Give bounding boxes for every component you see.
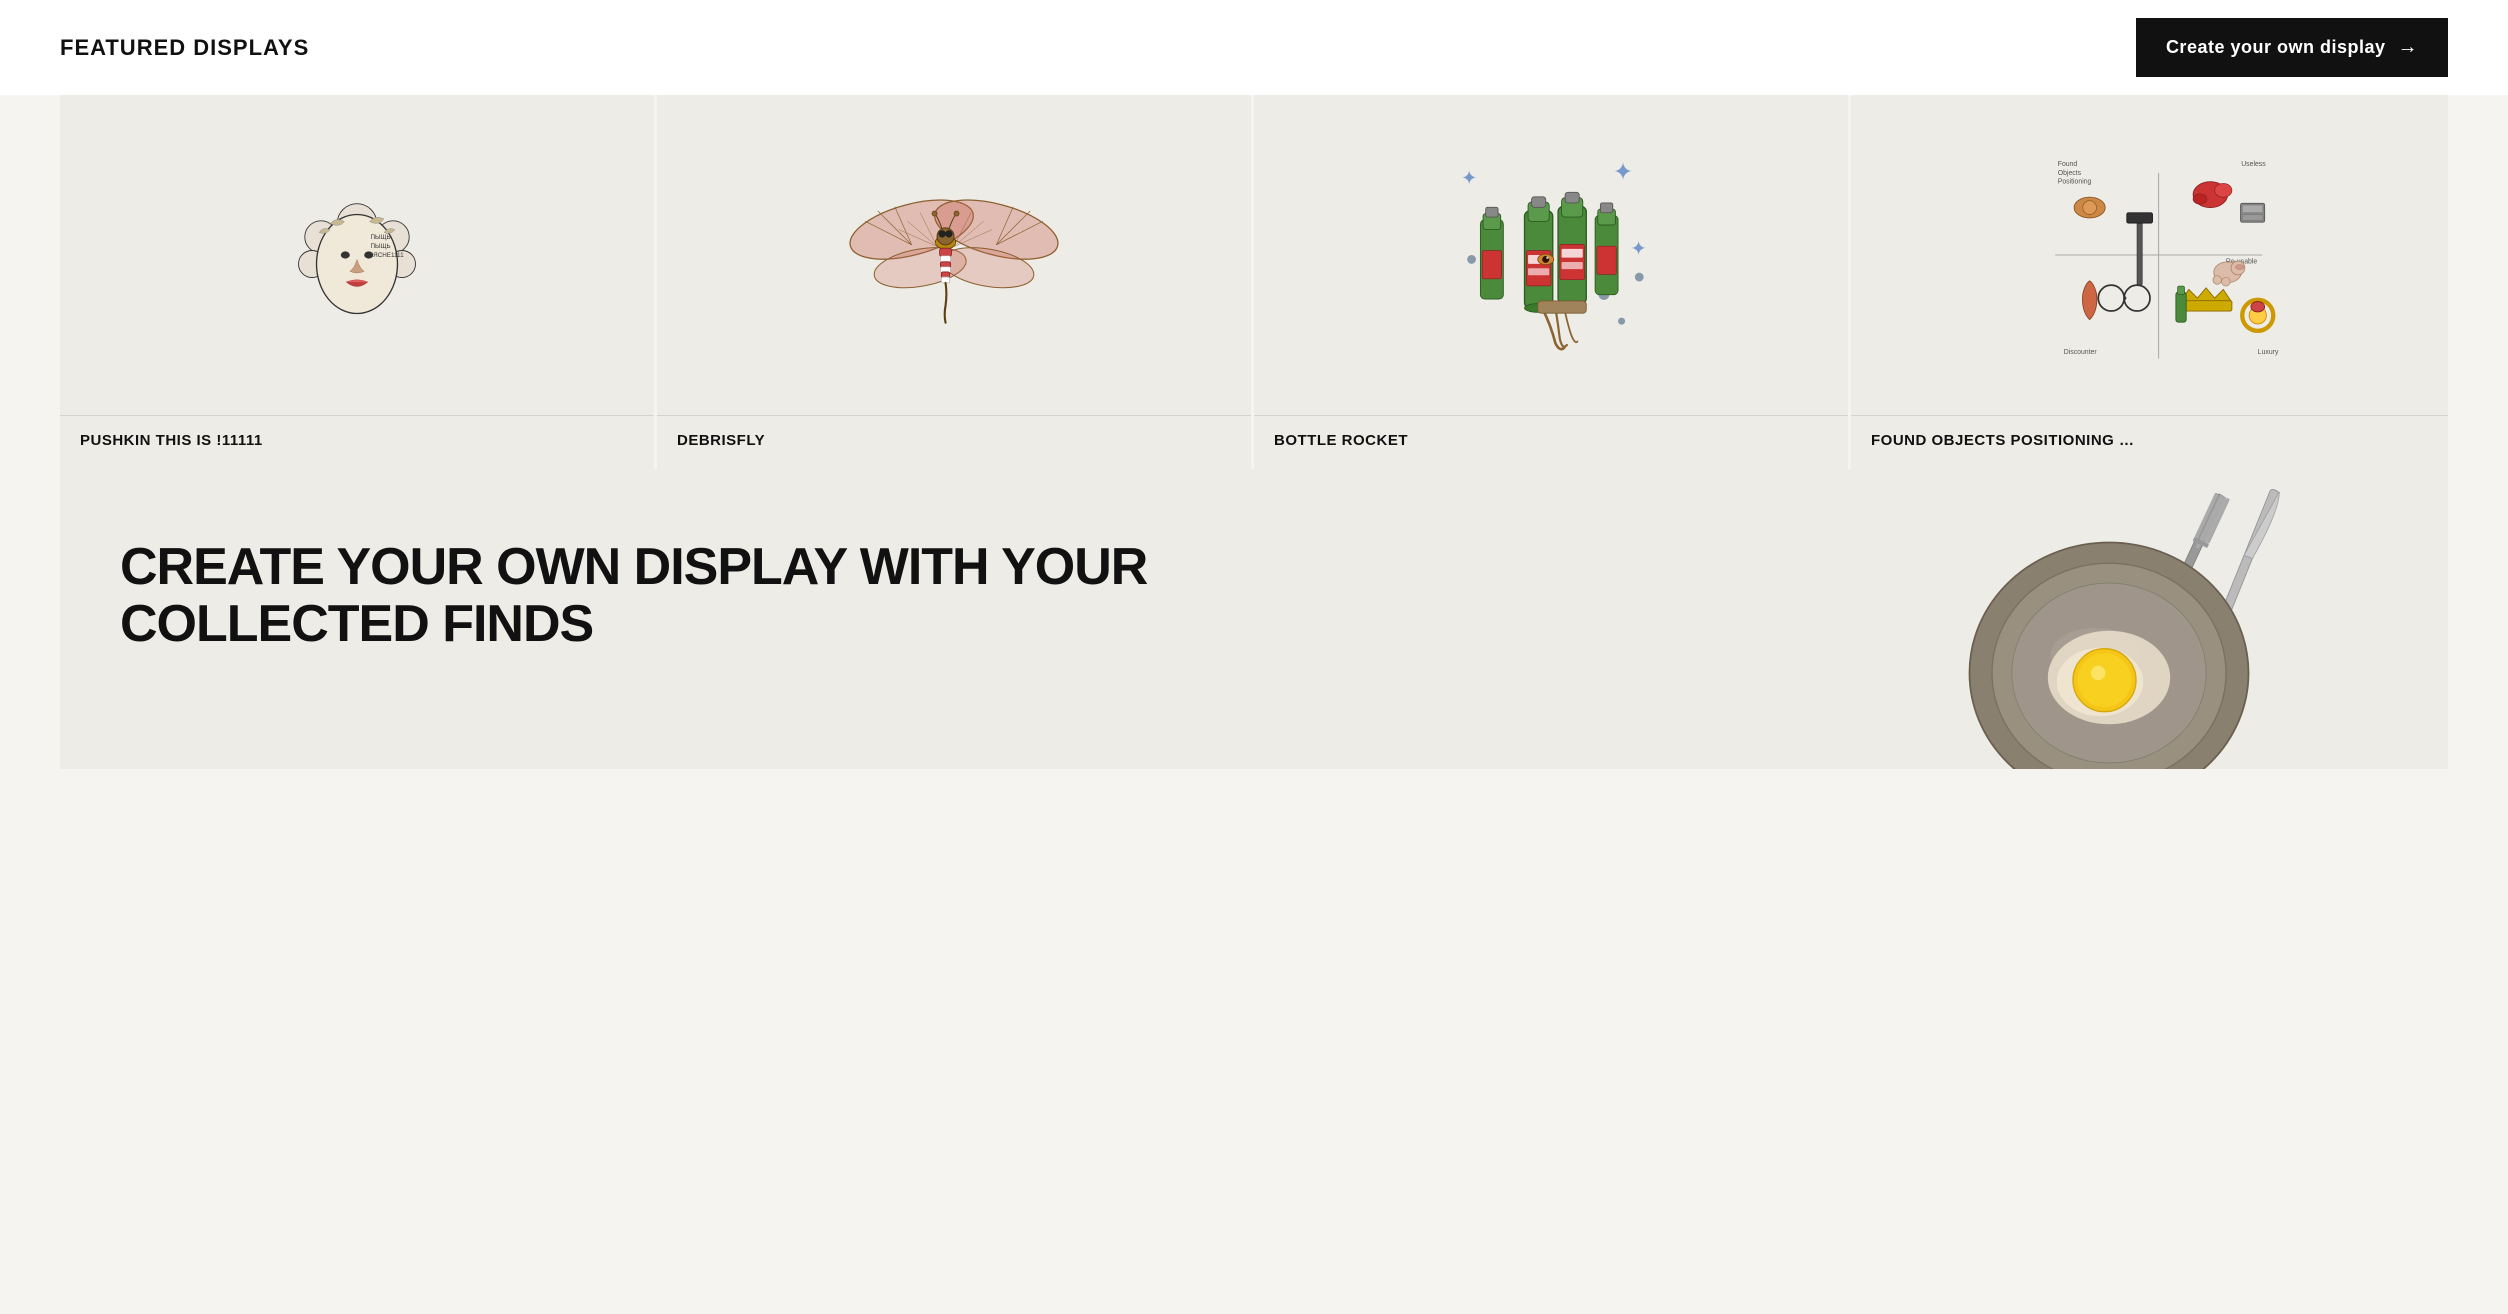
svg-text:Positioning: Positioning	[2057, 178, 2091, 185]
create-display-button[interactable]: Create your own display →	[2136, 18, 2448, 77]
pushkin-image-area: ПЫЩЬ ПЫЩЬ ОБЯСНЕ1111	[60, 95, 654, 415]
plate-illustration	[1938, 469, 2388, 769]
dragonfly-artwork	[824, 145, 1084, 365]
svg-text:✦: ✦	[1461, 167, 1477, 189]
pushkin-artwork: ПЫЩЬ ПЫЩЬ ОБЯСНЕ1111	[257, 165, 457, 345]
cta-section: CREATE YOUR OWN DISPLAY WITH YOUR COLLEC…	[60, 469, 2448, 769]
svg-text:ПЫЩЬ: ПЫЩЬ	[371, 234, 391, 241]
found-objects-label: FOUND OBJECTS POSITIONING …	[1851, 415, 2448, 469]
header: FEATURED DISPLAYS Create your own displa…	[0, 0, 2508, 95]
debrisfly-label: DEBRISFLY	[657, 415, 1251, 469]
pushkin-label: PUSHKIN THIS IS !11111	[60, 415, 654, 469]
svg-text:Luxury: Luxury	[2257, 349, 2278, 356]
display-card-pushkin[interactable]: ПЫЩЬ ПЫЩЬ ОБЯСНЕ1111 PUSHKIN THIS IS !11…	[60, 95, 657, 469]
display-card-debrisfly[interactable]: DEBRISFLY	[657, 95, 1254, 469]
found-objects-image-area: Found Objects Positioning Useless Discou…	[1851, 95, 2448, 415]
display-card-bottle-rocket[interactable]: ✦ ✦ ✦	[1254, 95, 1851, 469]
found-objects-artwork: Found Objects Positioning Useless Discou…	[2000, 130, 2300, 380]
svg-text:✦: ✦	[1613, 159, 1634, 186]
svg-text:Discounter: Discounter	[2063, 349, 2097, 356]
svg-text:Found: Found	[2057, 161, 2077, 168]
create-button-label: Create your own display	[2166, 37, 2386, 58]
cta-image-area	[1938, 489, 2388, 769]
bottle-rocket-label: BOTTLE ROCKET	[1254, 415, 1848, 469]
svg-text:✦: ✦	[1630, 238, 1646, 260]
featured-displays-title: FEATURED DISPLAYS	[60, 35, 309, 61]
debrisfly-image-area	[657, 95, 1251, 415]
displays-grid: ПЫЩЬ ПЫЩЬ ОБЯСНЕ1111 PUSHKIN THIS IS !11…	[0, 95, 2508, 469]
bottle-rocket-image-area: ✦ ✦ ✦	[1254, 95, 1848, 415]
display-card-found-objects[interactable]: Found Objects Positioning Useless Discou…	[1851, 95, 2448, 469]
svg-text:ОБЯСНЕ1111: ОБЯСНЕ1111	[364, 252, 404, 259]
svg-text:Objects: Objects	[2057, 170, 2081, 177]
bottle-rocket-artwork: ✦ ✦ ✦	[1401, 130, 1701, 380]
svg-text:Useless: Useless	[2241, 161, 2266, 168]
arrow-icon: →	[2398, 36, 2419, 59]
svg-text:ПЫЩЬ: ПЫЩЬ	[371, 243, 391, 250]
cta-heading: CREATE YOUR OWN DISPLAY WITH YOUR COLLEC…	[120, 539, 1254, 653]
